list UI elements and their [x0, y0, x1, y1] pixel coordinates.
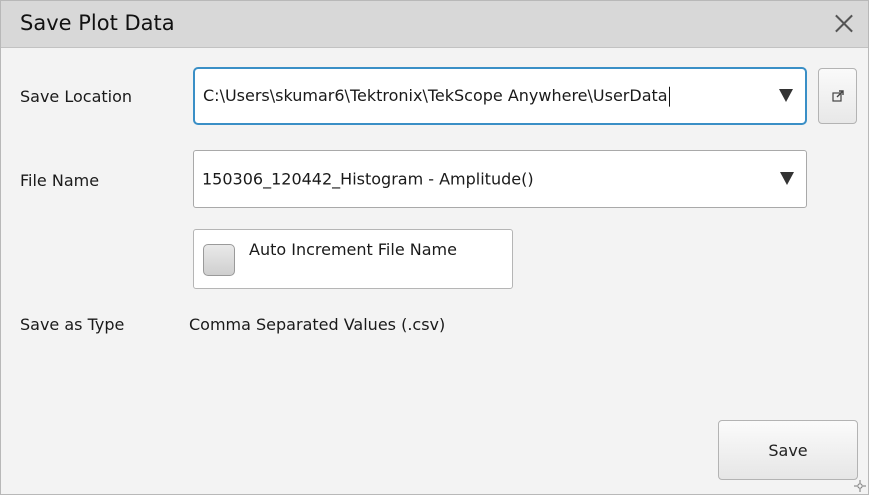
dialog-title: Save Plot Data [20, 11, 175, 35]
save-location-value[interactable]: C:\Users\skumar6\Tektronix\TekScope Anyw… [203, 86, 670, 107]
file-name-combobox[interactable]: 150306_120442_Histogram - Amplitude() [193, 150, 807, 208]
save-location-label: Save Location [20, 87, 133, 106]
external-link-icon [832, 90, 844, 102]
save-plot-data-dialog: Save Plot Data Save Location C:\Users\sk… [0, 0, 869, 495]
text-cursor [668, 86, 670, 107]
save-as-type-label: Save as Type [20, 315, 125, 334]
resize-grip-icon[interactable] [854, 480, 866, 492]
save-button[interactable]: Save [718, 420, 858, 480]
browse-location-button[interactable] [818, 68, 857, 124]
auto-increment-label: Auto Increment File Name [249, 240, 457, 259]
save-as-type-value: Comma Separated Values (.csv) [189, 315, 446, 334]
auto-increment-checkbox[interactable] [203, 244, 235, 276]
close-icon[interactable] [834, 13, 854, 33]
file-name-label: File Name [20, 171, 100, 190]
dropdown-arrow-icon[interactable] [779, 89, 793, 102]
auto-increment-checkbox-container[interactable]: Auto Increment File Name [193, 229, 513, 289]
title-bar[interactable]: Save Plot Data [1, 1, 868, 48]
dropdown-arrow-icon[interactable] [780, 172, 794, 185]
file-name-value[interactable]: 150306_120442_Histogram - Amplitude() [202, 170, 534, 189]
save-location-combobox[interactable]: C:\Users\skumar6\Tektronix\TekScope Anyw… [193, 67, 807, 125]
